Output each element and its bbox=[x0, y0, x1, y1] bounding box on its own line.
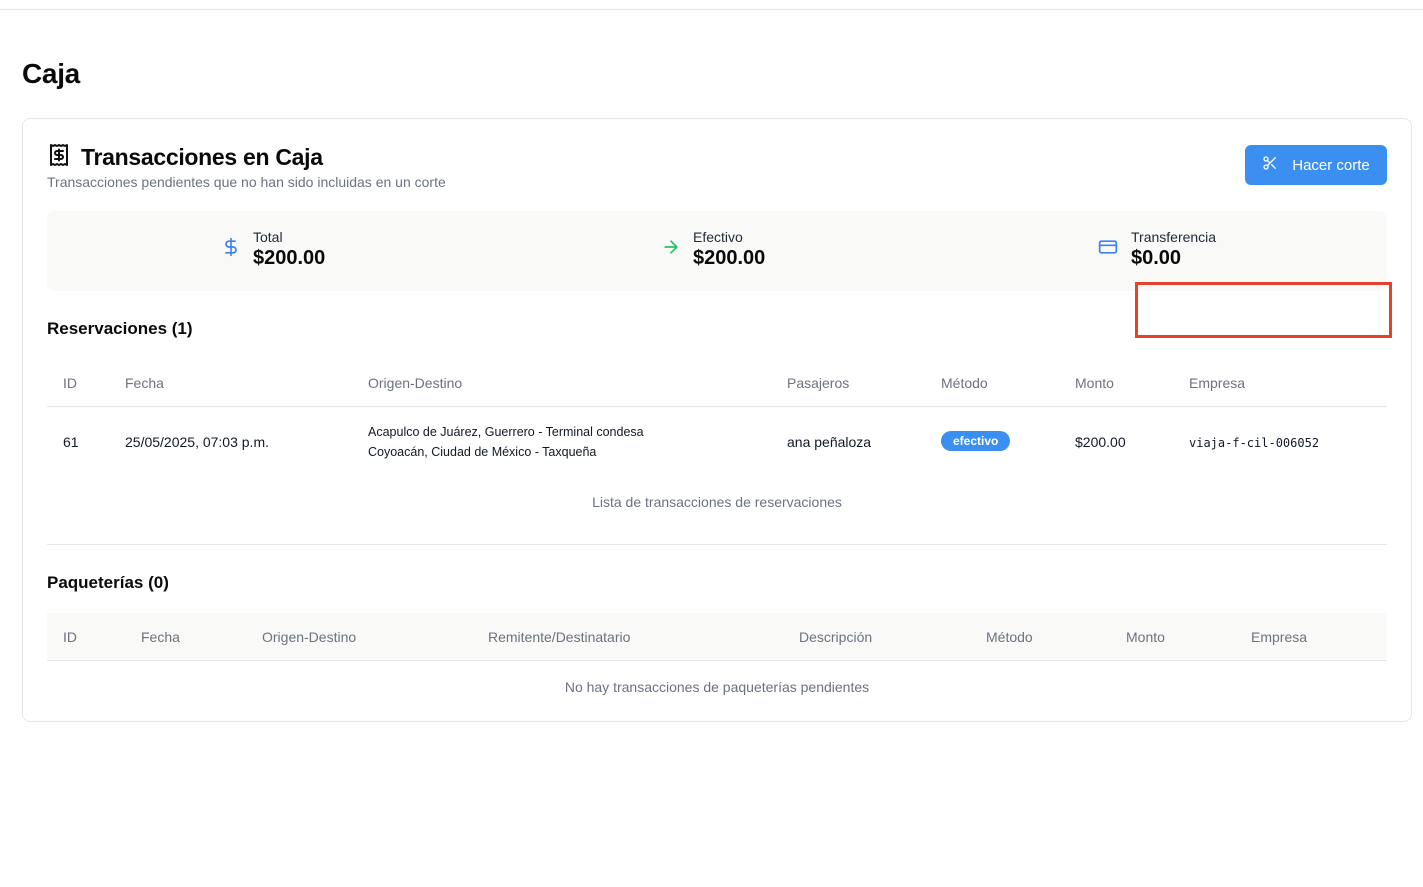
cell-empresa: viaja-f-cil-006052 bbox=[1189, 436, 1320, 450]
summary-total-label: Total bbox=[253, 229, 283, 245]
summary-efectivo-value: $200.00 bbox=[693, 247, 766, 269]
arrow-right-icon bbox=[661, 237, 681, 262]
card-header: Transacciones en Caja Transacciones pend… bbox=[47, 143, 446, 190]
reservaciones-caption: Lista de transacciones de reservaciones bbox=[592, 494, 842, 510]
column-header[interactable]: Remitente/Destinatario bbox=[488, 613, 630, 661]
highlight-box bbox=[1135, 282, 1392, 338]
column-header[interactable]: Monto bbox=[1075, 359, 1114, 407]
cell-destino: Coyoacán, Ciudad de México - Taxqueña bbox=[368, 445, 597, 459]
hacer-corte-label: Hacer corte bbox=[1292, 156, 1370, 174]
reservaciones-table-header: ID Fecha Origen-Destino Pasajeros Método… bbox=[47, 359, 1387, 407]
cell-origen: Acapulco de Juárez, Guerrero - Terminal … bbox=[368, 425, 644, 439]
scissors-icon bbox=[1262, 155, 1278, 175]
receipt-icon bbox=[47, 143, 71, 172]
column-header[interactable]: Monto bbox=[1126, 613, 1165, 661]
transactions-card: Transacciones en Caja Transacciones pend… bbox=[22, 118, 1412, 722]
cell-monto: $200.00 bbox=[1075, 434, 1126, 450]
summary-efectivo: Efectivo $200.00 bbox=[661, 229, 765, 270]
column-header[interactable]: Pasajeros bbox=[787, 359, 849, 407]
summary-panel: Total $200.00 Efectivo $200.00 Transfere… bbox=[47, 211, 1387, 291]
column-header[interactable]: Fecha bbox=[141, 613, 180, 661]
paqueterias-table-header: ID Fecha Origen-Destino Remitente/Destin… bbox=[47, 613, 1387, 661]
section-divider bbox=[47, 544, 1387, 545]
top-bar bbox=[0, 0, 1423, 10]
reservaciones-title: Reservaciones (1) bbox=[47, 319, 193, 338]
hacer-corte-button[interactable]: Hacer corte bbox=[1245, 145, 1387, 185]
column-header[interactable]: ID bbox=[63, 359, 77, 407]
cell-fecha: 25/05/2025, 07:03 p.m. bbox=[125, 434, 269, 450]
column-header[interactable]: Origen-Destino bbox=[368, 359, 462, 407]
paqueterias-title: Paqueterías (0) bbox=[47, 573, 169, 592]
cell-metodo: efectivo bbox=[941, 431, 1011, 451]
column-header[interactable]: Descripción bbox=[799, 613, 872, 661]
paqueterias-empty-text: No hay transacciones de paqueterías pend… bbox=[564, 679, 870, 695]
summary-transferencia-label: Transferencia bbox=[1131, 229, 1217, 245]
summary-total-value: $200.00 bbox=[253, 247, 326, 269]
page-title: Caja bbox=[22, 58, 80, 89]
column-header[interactable]: Empresa bbox=[1251, 613, 1307, 661]
column-header[interactable]: Método bbox=[941, 359, 988, 407]
column-header[interactable]: Empresa bbox=[1189, 359, 1245, 407]
summary-transferencia: Transferencia $0.00 bbox=[1097, 229, 1216, 270]
summary-efectivo-label: Efectivo bbox=[693, 229, 743, 245]
cell-origen-destino: Acapulco de Juárez, Guerrero - Terminal … bbox=[368, 422, 644, 462]
card-subtitle: Transacciones pendientes que no han sido… bbox=[47, 174, 446, 190]
column-header[interactable]: Origen-Destino bbox=[262, 613, 356, 661]
column-header[interactable]: Fecha bbox=[125, 359, 164, 407]
cell-pasajeros: ana peñaloza bbox=[787, 434, 872, 450]
dollar-icon bbox=[221, 235, 241, 264]
credit-card-icon bbox=[1097, 237, 1119, 262]
column-header[interactable]: Método bbox=[986, 613, 1033, 661]
cell-id: 61 bbox=[63, 434, 79, 450]
column-header[interactable]: ID bbox=[63, 613, 77, 661]
metodo-badge: efectivo bbox=[941, 431, 1011, 451]
summary-transferencia-value: $0.00 bbox=[1131, 247, 1182, 269]
summary-total: Total $200.00 bbox=[221, 229, 325, 270]
card-title: Transacciones en Caja bbox=[81, 144, 323, 170]
